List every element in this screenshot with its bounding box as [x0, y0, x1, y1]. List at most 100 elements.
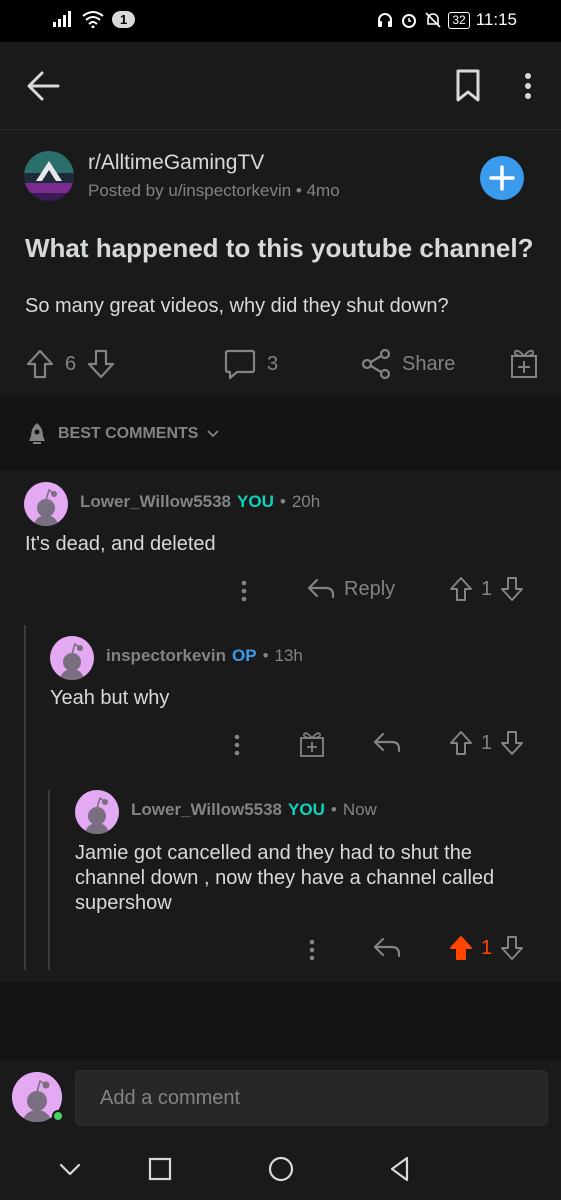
reply-icon: [372, 935, 402, 961]
comment-vote-group: 1: [449, 935, 524, 961]
comment-author[interactable]: inspectorkevin: [106, 646, 226, 666]
plus-icon: [480, 156, 524, 200]
upvote-icon[interactable]: [449, 576, 473, 602]
more-vertical-icon: [234, 576, 254, 606]
current-user-avatar[interactable]: [12, 1072, 64, 1122]
comment-text: Yeah but why: [50, 687, 170, 709]
comment-more-button[interactable]: [302, 935, 322, 965]
comment-author[interactable]: Lower_Willow5538: [80, 492, 231, 512]
comment-time: 20h: [291, 492, 321, 511]
system-nav-bar: [0, 1140, 561, 1200]
alarm-icon: [400, 11, 418, 29]
comments-list: Lower_Willow5538 YOU • 20h It's dead, an…: [0, 470, 561, 982]
comment-meta: inspectorkevin OP • 13h: [106, 646, 303, 666]
comment-icon: [223, 348, 257, 380]
status-right: 32 11:15: [376, 10, 517, 30]
square-icon: [145, 1154, 175, 1184]
post-comments-button[interactable]: 3: [223, 348, 278, 380]
circle-icon: [266, 1154, 296, 1184]
sort-label: BEST COMMENTS: [58, 425, 199, 442]
more-vertical-icon: [302, 935, 322, 965]
comment-more-button[interactable]: [234, 576, 254, 606]
status-left: 1: [52, 10, 136, 28]
reply-button[interactable]: Reply: [306, 576, 395, 602]
rocket-icon: [24, 421, 50, 447]
comment-action-bar: 1: [0, 935, 561, 969]
avatar[interactable]: [24, 482, 68, 526]
post-action-bar: 6 3 Share: [0, 341, 561, 389]
share-icon: [360, 348, 392, 380]
comment-time: Now: [342, 800, 377, 819]
snoo-avatar-icon: [50, 636, 94, 680]
avatar[interactable]: [75, 790, 119, 834]
post-age: 4mo: [306, 181, 340, 200]
recents-button[interactable]: [145, 1154, 175, 1184]
comment-vote-group: 1: [449, 576, 524, 602]
post-vote-group: 6: [25, 348, 116, 380]
wifi-icon: [82, 10, 104, 28]
downvote-icon[interactable]: [86, 348, 116, 380]
triangle-back-icon: [385, 1154, 415, 1184]
downvote-icon[interactable]: [500, 576, 524, 602]
back-button[interactable]: [24, 66, 64, 106]
comment-composer: Add a comment: [0, 1060, 561, 1140]
comment-vote-group: 1: [449, 730, 524, 756]
avatar[interactable]: [50, 636, 94, 680]
mute-icon: [424, 11, 442, 29]
op-flair: OP: [232, 646, 257, 665]
upvote-icon[interactable]: [449, 730, 473, 756]
upvote-icon[interactable]: [25, 348, 55, 380]
comments-end-spacer: [0, 982, 561, 1060]
gift-icon: [509, 346, 539, 380]
comment-text: Jamie got cancelled and they had to shut…: [75, 842, 495, 914]
headphones-icon: [376, 11, 394, 29]
reply-button[interactable]: [372, 730, 402, 756]
more-vertical-icon: [516, 68, 540, 104]
comment-score: 1: [481, 936, 493, 959]
reply-label: Reply: [344, 577, 396, 600]
meta-separator: •: [330, 800, 337, 819]
post-score: 6: [65, 352, 77, 375]
subreddit-avatar[interactable]: [24, 151, 74, 201]
upvote-icon-active[interactable]: [449, 935, 473, 961]
snoo-avatar-icon: [24, 482, 68, 526]
hide-keyboard-button[interactable]: [55, 1154, 85, 1184]
post-body: So many great videos, why did they shut …: [25, 295, 449, 317]
you-flair: YOU: [288, 800, 325, 819]
subreddit-name[interactable]: r/AlltimeGamingTV: [88, 151, 264, 175]
meta-separator: •: [279, 492, 286, 511]
join-subreddit-button[interactable]: [480, 156, 524, 200]
posted-by-user[interactable]: Posted by u/inspectorkevin: [88, 181, 291, 200]
comment-author[interactable]: Lower_Willow5538: [131, 800, 282, 820]
post-meta: Posted by u/inspectorkevin • 4mo: [88, 181, 340, 201]
snoo-avatar-icon: [75, 790, 119, 834]
signal-icon: [52, 11, 74, 27]
sim-badge: 1: [112, 10, 136, 28]
more-vertical-icon: [227, 730, 247, 760]
award-button[interactable]: [299, 730, 325, 758]
post-award-button[interactable]: [509, 346, 539, 380]
downvote-icon[interactable]: [500, 730, 524, 756]
post: r/AlltimeGamingTV Posted by u/inspectork…: [0, 131, 561, 395]
comment-more-button[interactable]: [227, 730, 247, 760]
comment-input[interactable]: Add a comment: [75, 1070, 548, 1126]
more-options-button[interactable]: [516, 68, 540, 104]
post-share-button[interactable]: Share: [360, 348, 455, 380]
reply-icon: [306, 576, 336, 602]
downvote-icon[interactable]: [500, 935, 524, 961]
save-post-button[interactable]: [452, 68, 484, 104]
status-time: 11:15: [475, 10, 517, 29]
comment-time: 13h: [274, 646, 303, 665]
post-title: What happened to this youtube channel?: [25, 233, 534, 263]
share-label: Share: [402, 352, 456, 375]
status-bar: 1 32 11:15: [0, 0, 561, 42]
comment-sort-button[interactable]: BEST COMMENTS: [24, 421, 220, 447]
you-flair: YOU: [237, 492, 274, 511]
back-nav-button[interactable]: [385, 1154, 415, 1184]
thread-line[interactable]: [24, 625, 26, 970]
comment-meta: Lower_Willow5538 YOU • 20h: [80, 492, 320, 512]
reply-icon: [372, 730, 402, 756]
home-button[interactable]: [266, 1154, 296, 1184]
online-status-indicator: [52, 1110, 64, 1122]
reply-button[interactable]: [372, 935, 402, 961]
